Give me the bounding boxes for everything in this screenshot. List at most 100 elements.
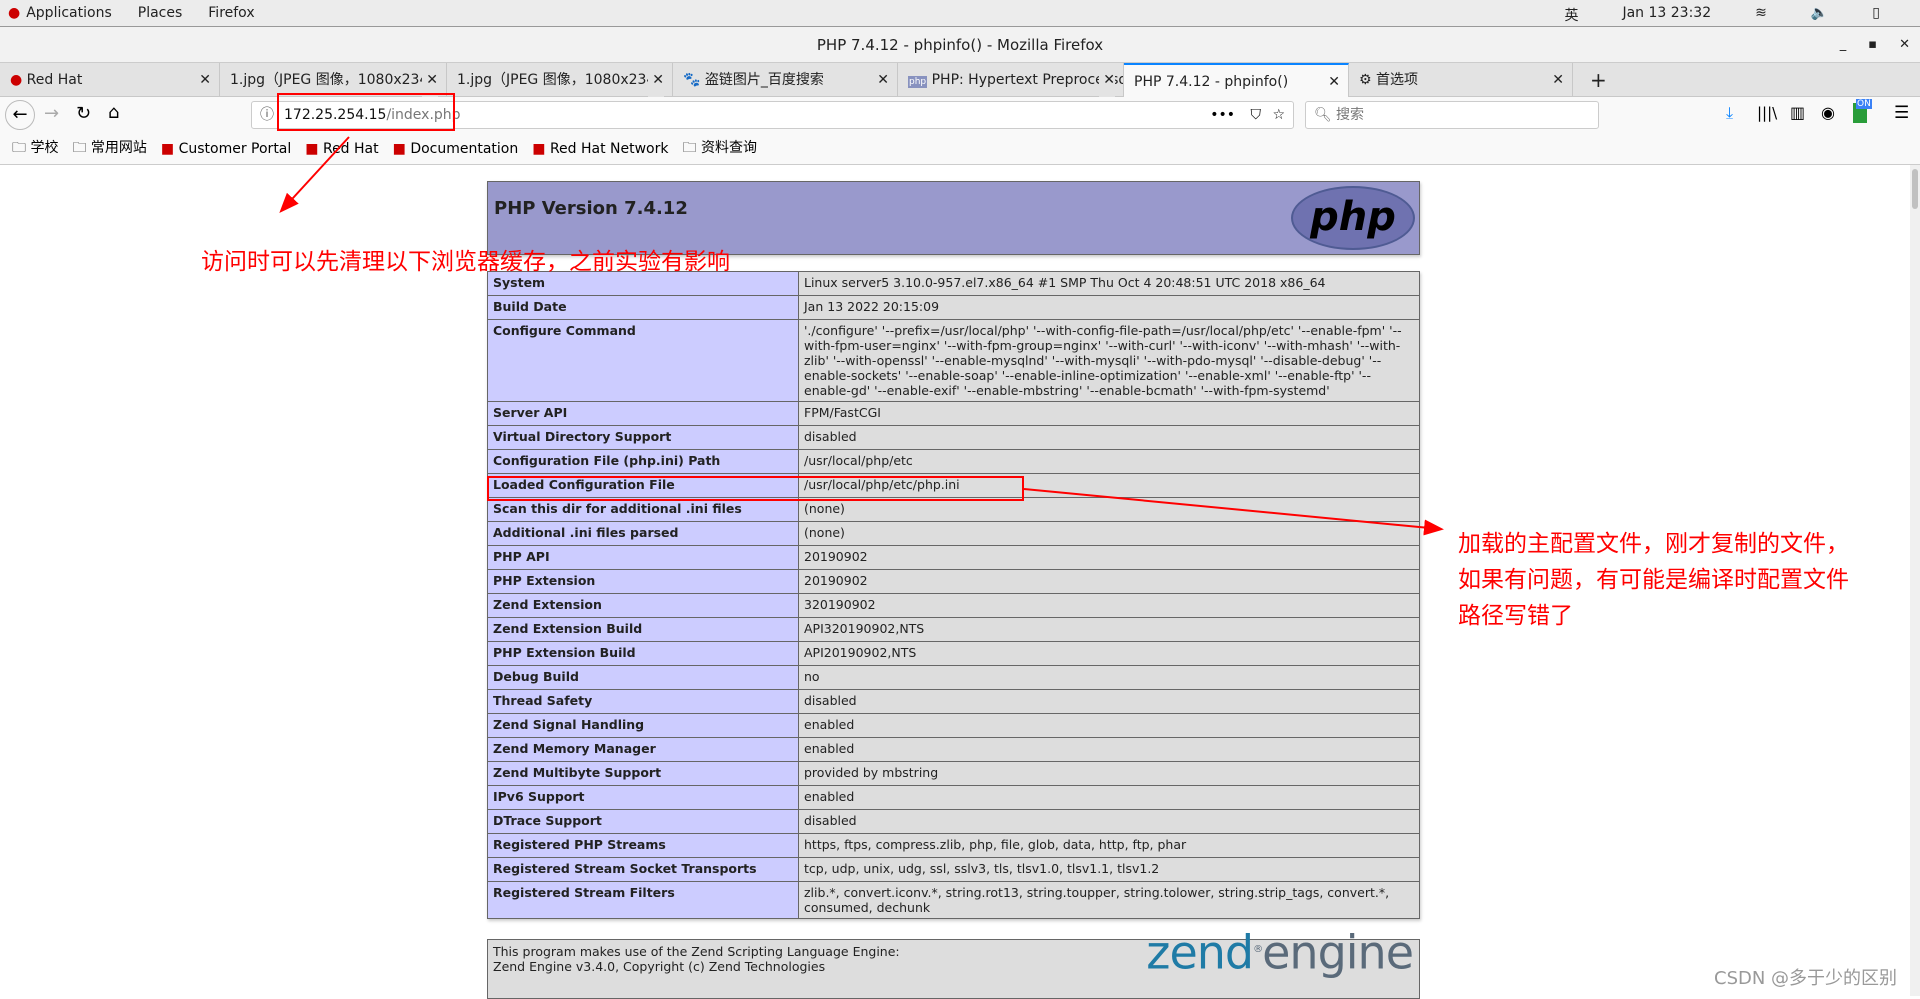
tab-label: PHP 7.4.12 - phpinfo(): [1134, 74, 1289, 90]
forward-button[interactable]: →: [44, 103, 59, 124]
input-method[interactable]: 英: [1564, 5, 1578, 25]
bookmark-folder-school[interactable]: 🗀 学校: [12, 137, 58, 161]
row-value: 20190902: [798, 545, 1420, 570]
row-label: PHP Extension Build: [487, 641, 799, 666]
tab-preferences[interactable]: ⚙ 首选项 ✕: [1349, 63, 1573, 97]
annotation-loaded-config-box: [487, 476, 1024, 501]
table-row: Scan this dir for additional .ini files(…: [487, 497, 1420, 522]
bookmark-folder-resources[interactable]: 🗀 资料查询: [683, 137, 757, 161]
tab-bar: ● Red Hat ✕ 1.jpg（JPEG 图像，1080x234 ✕ 1.jpg…: [0, 63, 1920, 98]
row-value: FPM/FastCGI: [798, 401, 1420, 426]
bookmark-folder-common-sites[interactable]: 🗀 常用网站: [72, 137, 146, 161]
bookmark-label: Documentation: [410, 140, 519, 157]
row-label: Server API: [487, 401, 799, 426]
table-row: Debug Build no: [487, 665, 1420, 690]
tab-jpg-2[interactable]: 1.jpg（JPEG 图像，1080x234 ✕: [447, 63, 673, 97]
row-value: (none): [798, 521, 1420, 546]
table-row: Virtual Directory Support disabled: [487, 425, 1420, 450]
row-label: Virtual Directory Support: [487, 425, 799, 450]
close-tab-icon[interactable]: ✕: [877, 63, 889, 97]
tab-label: 1.jpg（JPEG 图像，1080x234: [457, 72, 656, 88]
tab-red-hat[interactable]: ● Red Hat ✕: [0, 63, 220, 97]
table-row: PHP Extension 20190902: [487, 569, 1420, 594]
close-tab-icon[interactable]: ✕: [1099, 63, 1115, 97]
tab-label: 盗链图片_百度搜索: [704, 72, 824, 88]
row-label: Registered Stream Filters: [487, 881, 799, 919]
battery-icon[interactable]: ▯: [1872, 5, 1880, 25]
minimize-icon[interactable]: _: [1840, 27, 1847, 63]
menu-firefox[interactable]: Firefox: [208, 5, 254, 21]
wifi-icon[interactable]: ≋: [1755, 5, 1767, 25]
reload-button[interactable]: ↻: [76, 103, 91, 124]
bookmark-red-hat-network[interactable]: ■ Red Hat Network: [532, 141, 668, 157]
bookmark-star-icon[interactable]: ☆: [1272, 102, 1285, 128]
redhat-icon: ●: [8, 5, 21, 21]
table-row: Configuration File (php.ini) Path/usr/lo…: [487, 449, 1420, 474]
account-icon[interactable]: ◉: [1821, 103, 1835, 122]
gear-icon: ⚙: [1359, 72, 1377, 88]
row-value: 20190902: [798, 569, 1420, 594]
menu-places[interactable]: Places: [138, 5, 183, 21]
close-icon[interactable]: ✕: [1899, 27, 1910, 63]
info-icon[interactable]: ⓘ: [260, 102, 274, 128]
table-row: PHP API 20190902: [487, 545, 1420, 570]
redhat-icon: ■: [160, 140, 175, 157]
row-value: (none): [798, 497, 1420, 522]
scrollbar[interactable]: [1910, 165, 1920, 996]
tab-phpinfo[interactable]: PHP 7.4.12 - phpinfo() ✕: [1124, 63, 1349, 98]
library-icon[interactable]: |||\: [1757, 104, 1777, 122]
bookmark-red-hat[interactable]: ■ Red Hat: [305, 141, 378, 157]
table-row: Zend Multibyte Support provided by mbstri…: [487, 761, 1420, 786]
menu-icon[interactable]: ☰: [1894, 103, 1909, 123]
bookmark-label: Customer Portal: [178, 140, 292, 157]
volume-icon[interactable]: 🔈: [1811, 5, 1828, 25]
php-favicon: php: [908, 76, 928, 88]
note2-line: 加载的主配置文件，刚才复制的文件，: [1458, 531, 1849, 557]
row-value: enabled: [798, 737, 1420, 762]
extension-icon[interactable]: ON: [1853, 99, 1872, 123]
back-button[interactable]: ←: [5, 100, 35, 130]
maximize-icon[interactable]: ▪: [1868, 27, 1877, 63]
row-label: Zend Extension Build: [487, 617, 799, 642]
table-row: IPv6 Support enabled: [487, 785, 1420, 810]
new-tab-button[interactable]: +: [1580, 63, 1610, 97]
page-actions-icon[interactable]: •••: [1210, 102, 1235, 128]
home-button[interactable]: ⌂: [108, 102, 119, 123]
search-input[interactable]: 🔍︎ 搜索: [1305, 101, 1599, 129]
downloads-icon[interactable]: ⤓: [1726, 103, 1733, 123]
row-label: Zend Multibyte Support: [487, 761, 799, 786]
row-label: Configure Command: [487, 319, 799, 402]
close-tab-icon[interactable]: ✕: [1552, 63, 1564, 97]
scrollbar-thumb[interactable]: [1912, 169, 1918, 209]
row-value: no: [798, 665, 1420, 690]
zend-footer: This program makes use of the Zend Scrip…: [487, 929, 1420, 999]
close-tab-icon[interactable]: ✕: [1328, 65, 1340, 98]
table-row: Registered Stream Filters zlib.*, convert…: [487, 881, 1420, 919]
tab-label: PHP: Hypertext Preprocessor: [931, 72, 1124, 88]
row-value: enabled: [798, 713, 1420, 738]
close-tab-icon[interactable]: ✕: [422, 63, 438, 97]
row-value: zlib.*, convert.iconv.*, string.rot13, s…: [798, 881, 1420, 919]
table-row: Build Date Jan 13 2022 20:15:09: [487, 295, 1420, 320]
pocket-icon[interactable]: ⛉: [1251, 102, 1262, 128]
php-version-title: PHP Version 7.4.12: [494, 198, 688, 219]
sidebar-icon[interactable]: ▥: [1790, 103, 1805, 122]
note2-line: 路径写错了: [1458, 603, 1573, 629]
close-tab-icon[interactable]: ✕: [648, 63, 664, 97]
menu-applications[interactable]: Applications: [26, 5, 112, 21]
clock[interactable]: Jan 13 23:32: [1622, 5, 1711, 25]
tab-jpg-1[interactable]: 1.jpg（JPEG 图像，1080x234 ✕: [220, 63, 447, 97]
tab-baidu[interactable]: 🐾 盗链图片_百度搜索 ✕: [673, 63, 898, 97]
tab-php-net[interactable]: php PHP: Hypertext Preprocessor ✕: [898, 63, 1124, 97]
bookmark-customer-portal[interactable]: ■ Customer Portal: [161, 141, 291, 157]
row-value: API20190902,NTS: [798, 641, 1420, 666]
bookmark-documentation[interactable]: ■ Documentation: [393, 141, 519, 157]
php-logo[interactable]: php: [1291, 186, 1415, 250]
zend-engine-logo[interactable]: zend®engine: [1146, 929, 1414, 976]
close-tab-icon[interactable]: ✕: [199, 63, 211, 97]
table-row: Zend Memory Manager enabled: [487, 737, 1420, 762]
row-value: disabled: [798, 689, 1420, 714]
bookmark-label: 资料查询: [700, 139, 757, 156]
row-label: Debug Build: [487, 665, 799, 690]
row-value: enabled: [798, 785, 1420, 810]
